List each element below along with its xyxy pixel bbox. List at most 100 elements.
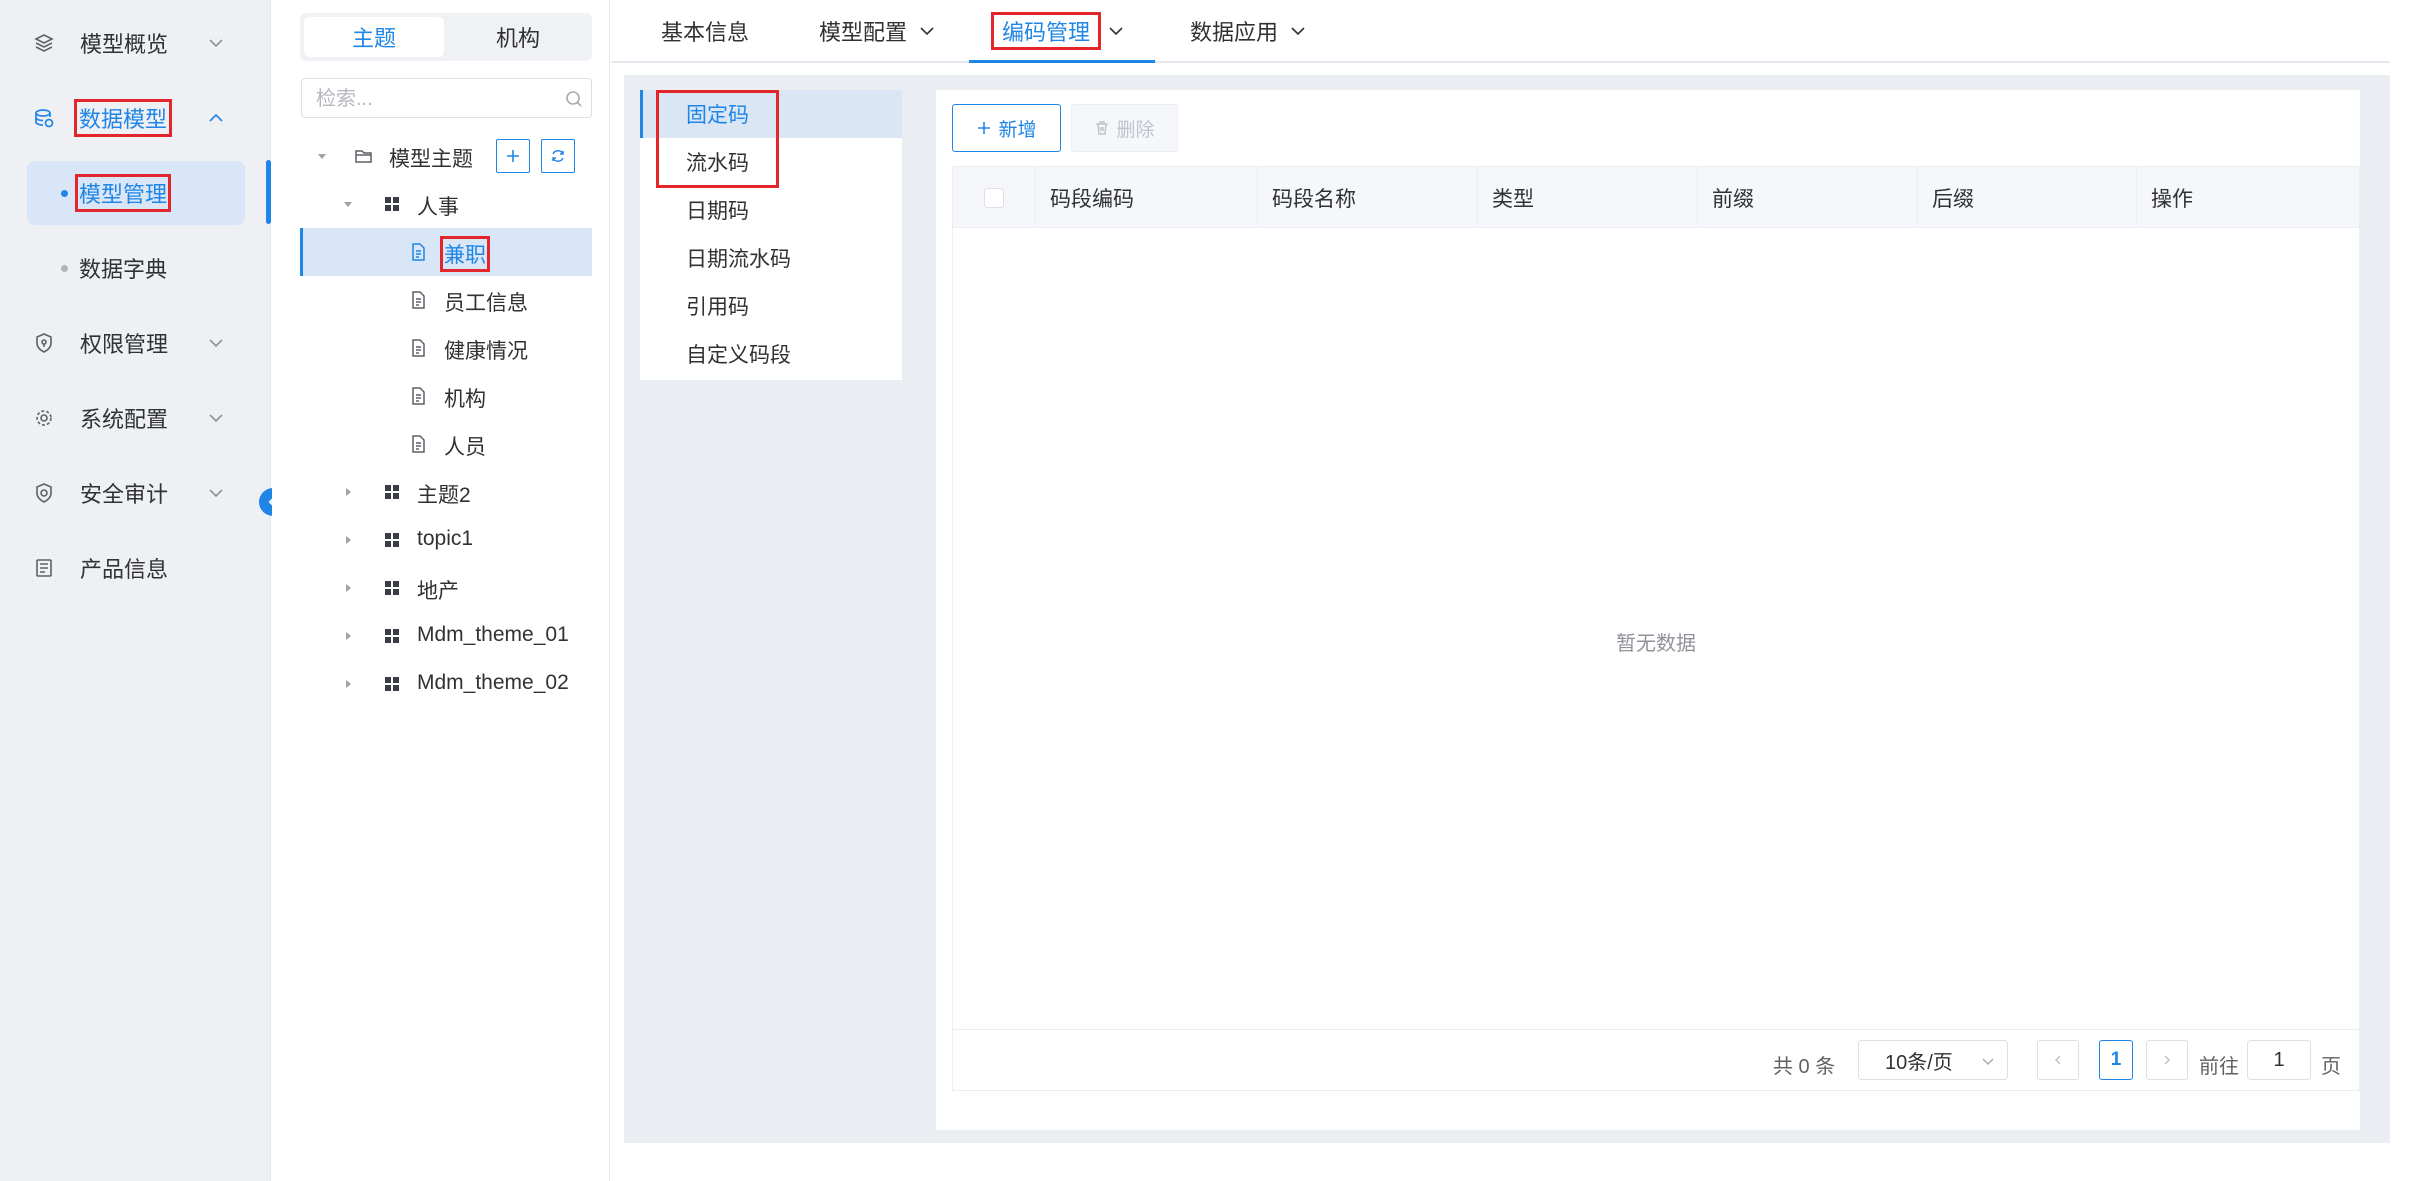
tree-node-label: 机构 (444, 388, 486, 411)
document-icon (408, 338, 428, 358)
chevron-down-icon (207, 37, 225, 49)
column-header[interactable]: 码段编码 (1036, 167, 1258, 228)
tree-node-mdm1[interactable]: Mdm_theme_01 (300, 612, 592, 660)
document-icon (408, 434, 428, 454)
chevron-down-icon (207, 337, 225, 349)
nav-label: 权限管理 (80, 332, 169, 357)
select-all-cell (953, 167, 1036, 228)
column-header[interactable]: 码段名称 (1258, 167, 1478, 228)
tree-tab-switcher: 主题 机构 (300, 13, 592, 61)
caret-down-icon[interactable] (342, 198, 354, 210)
bullet-dot (61, 189, 68, 197)
tree-node-label: 主题2 (417, 484, 471, 507)
grid-icon (382, 482, 402, 502)
nav-item-permission[interactable]: 权限管理 (0, 313, 271, 373)
caret-right-icon[interactable] (342, 678, 354, 690)
shield-check-icon (33, 482, 55, 504)
caret-right-icon[interactable] (342, 534, 354, 546)
refresh-icon (550, 148, 566, 164)
column-header[interactable]: 后缀 (1918, 167, 2137, 228)
page-size-select[interactable]: 10条/页 (1858, 1040, 2008, 1080)
tree-node-renshi[interactable]: 人事 (300, 180, 592, 228)
tab-data-app[interactable]: 数据应用 (1190, 16, 1306, 46)
code-type-label: 日期流水码 (686, 248, 791, 271)
prev-page-button[interactable] (2037, 1040, 2079, 1080)
select-all-checkbox[interactable] (984, 187, 1004, 208)
column-header[interactable]: 前缀 (1698, 167, 1918, 228)
caret-right-icon[interactable] (342, 630, 354, 642)
add-button[interactable]: 新增 (952, 104, 1061, 152)
goto-page-input[interactable] (2247, 1040, 2311, 1080)
tree-node-person[interactable]: 人员 (300, 420, 592, 468)
shield-icon (33, 332, 55, 354)
document-icon (408, 242, 428, 262)
tree-node-mdm2[interactable]: Mdm_theme_02 (300, 660, 592, 708)
grid-icon (382, 674, 402, 694)
column-header[interactable]: 操作 (2137, 167, 2359, 228)
tree-node-label: 兼职 (440, 236, 490, 272)
nav-item-overview[interactable]: 模型概览 (0, 13, 271, 73)
tree-node-health[interactable]: 健康情况 (300, 324, 592, 372)
nav-item-sys-config[interactable]: 系统配置 (0, 388, 271, 448)
code-type-date[interactable]: 日期码 (640, 186, 902, 234)
document-icon (408, 386, 428, 406)
chevron-down-icon (207, 412, 225, 424)
code-segment-table: 码段编码 码段名称 类型 前缀 后缀 操作 暂无数据 共 0 条 10条/页 1… (952, 166, 2360, 1091)
delete-label: 删除 (1116, 119, 1155, 141)
code-type-custom[interactable]: 自定义码段 (640, 330, 902, 378)
tab-org[interactable]: 机构 (448, 17, 588, 57)
chevron-down-icon (1108, 26, 1124, 36)
folder-open-icon (354, 146, 374, 166)
nav-item-product-info[interactable]: 产品信息 (0, 538, 271, 598)
active-indicator (266, 160, 271, 224)
tab-code-manage[interactable]: 编码管理 (990, 12, 1124, 50)
tab-label: 编码管理 (990, 12, 1102, 50)
column-header[interactable]: 类型 (1478, 167, 1698, 228)
plus-icon (976, 120, 992, 136)
goto-suffix: 页 (2321, 1056, 2341, 1078)
code-type-reference[interactable]: 引用码 (640, 282, 902, 330)
tree-node-label: 模型主题 (389, 148, 473, 171)
goto-prefix: 前往 (2199, 1056, 2239, 1078)
tree-node-org[interactable]: 机构 (300, 372, 592, 420)
table-header: 码段编码 码段名称 类型 前缀 后缀 操作 (953, 167, 2359, 228)
tab-model-config[interactable]: 模型配置 (819, 16, 935, 46)
page-number-button[interactable]: 1 (2099, 1040, 2133, 1080)
refresh-tree-button[interactable] (541, 139, 575, 173)
tab-label: 数据应用 (1190, 20, 1279, 45)
caret-right-icon[interactable] (342, 582, 354, 594)
caret-right-icon[interactable] (342, 486, 354, 498)
add-label: 新增 (998, 119, 1037, 141)
nav-sub-label: 数据字典 (79, 257, 168, 282)
nav-label: 产品信息 (80, 557, 169, 582)
search-input[interactable] (316, 85, 556, 113)
code-type-date-serial[interactable]: 日期流水码 (640, 234, 902, 282)
add-node-button[interactable] (496, 139, 530, 173)
tree-node-jianzhi[interactable]: 兼职 (300, 228, 592, 276)
search-icon[interactable] (565, 90, 583, 108)
tree-node-staff[interactable]: 员工信息 (300, 276, 592, 324)
nav-sub-label: 模型管理 (74, 174, 172, 212)
tree-node-topic1[interactable]: topic1 (300, 516, 592, 564)
nav-item-security-audit[interactable]: 安全审计 (0, 463, 271, 523)
tab-basic-info[interactable]: 基本信息 (661, 16, 749, 46)
chevron-down-icon (1290, 26, 1306, 36)
nav-sub-model-manage[interactable]: 模型管理 (27, 161, 245, 225)
total-count: 共 0 条 (1773, 1056, 1836, 1078)
layers-icon (33, 32, 55, 54)
delete-button[interactable]: 删除 (1071, 104, 1178, 152)
chevron-down-icon (919, 26, 935, 36)
tree-node-theme2[interactable]: 主题2 (300, 468, 592, 516)
tree-search (301, 78, 592, 118)
next-page-button[interactable] (2146, 1040, 2188, 1080)
code-type-list: 固定码 流水码 日期码 日期流水码 引用码 自定义码段 (640, 90, 902, 380)
code-type-fixed[interactable]: 固定码 (640, 90, 902, 138)
nav-sub-data-dict[interactable]: 数据字典 (27, 236, 245, 300)
chevron-left-icon (2052, 1054, 2064, 1066)
code-type-serial[interactable]: 流水码 (640, 138, 902, 186)
code-type-label: 引用码 (686, 296, 749, 319)
tab-theme[interactable]: 主题 (304, 17, 444, 57)
tree-node-estate[interactable]: 地产 (300, 564, 592, 612)
caret-down-icon[interactable] (316, 150, 328, 162)
nav-item-data-model[interactable]: 数据模型 (0, 88, 271, 148)
